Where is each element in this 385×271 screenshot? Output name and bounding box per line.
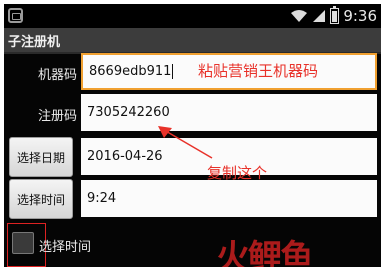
paste-annotation: 粘贴营销王机器码	[198, 62, 319, 80]
reg-code-field[interactable]: 7305242260	[81, 94, 377, 131]
date-value: 2016-04-26	[87, 149, 163, 164]
title-bar: 子注册机	[4, 28, 381, 54]
battery-icon	[330, 6, 340, 24]
wifi-icon	[291, 10, 308, 22]
watermark-logo: 火鲤鱼	[216, 238, 314, 267]
arrow-annotation-icon	[158, 126, 213, 159]
app-title: 子注册机	[8, 35, 61, 50]
text-cursor	[172, 64, 174, 79]
select-date-button[interactable]: 选择日期	[9, 137, 73, 177]
status-bar: 9:36	[4, 4, 381, 28]
reg-code-value: 7305242260	[87, 105, 170, 120]
checkbox-label: 选择时间	[39, 240, 92, 255]
signal-icon	[313, 10, 326, 22]
machine-code-label: 机器码	[38, 68, 78, 83]
machine-code-value: 8669edb911	[89, 64, 172, 79]
time-field[interactable]: 9:24	[81, 180, 377, 217]
app-notification-icon	[8, 8, 23, 23]
time-value: 9:24	[87, 191, 117, 206]
phone-screen: 9:36 子注册机 机器码 8669edb911 注册码 7305242260 …	[4, 4, 381, 267]
status-icons: 9:36	[290, 6, 377, 26]
status-time: 9:36	[343, 7, 377, 25]
reg-code-label: 注册码	[38, 109, 78, 124]
copy-annotation: 复制这个	[207, 164, 268, 182]
select-time-checkbox[interactable]	[12, 232, 34, 254]
select-time-button[interactable]: 选择时间	[9, 179, 73, 219]
